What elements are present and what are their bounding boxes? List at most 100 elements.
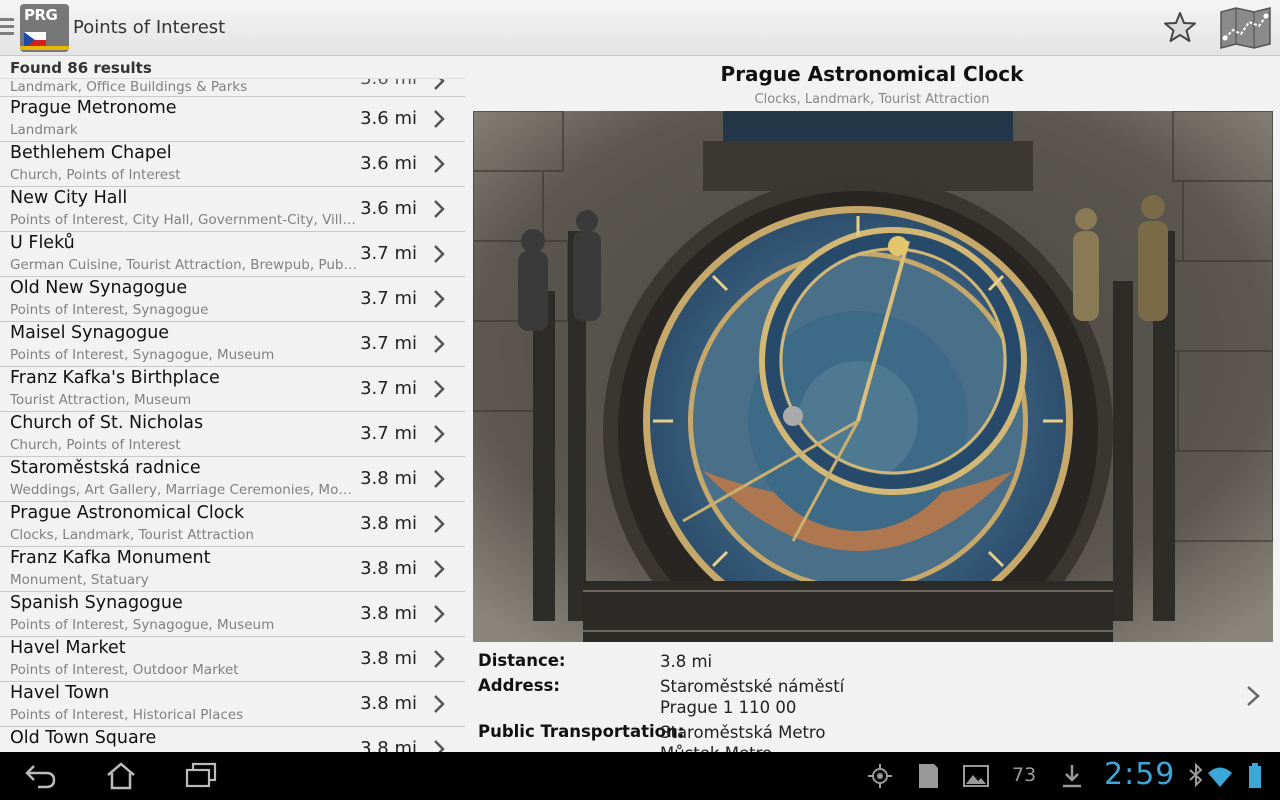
chevron-right-icon: [434, 605, 445, 623]
action-bar: PRG Points of Interest: [0, 0, 1280, 56]
list-item[interactable]: Bethlehem Chapel Church, Points of Intere…: [0, 142, 465, 187]
list-item[interactable]: Havel Market Points of Interest, Outdoor …: [0, 637, 465, 682]
list-item-name: Old New Synagogue: [10, 278, 188, 298]
list-item-distance: 3.8 mi: [360, 693, 417, 714]
bluetooth-icon: [1189, 762, 1203, 788]
list-item-distance: 3.7 mi: [360, 333, 417, 354]
sd-card-icon: [919, 764, 938, 788]
chevron-right-icon: [434, 335, 445, 353]
chevron-right-icon: [434, 560, 445, 578]
list-item-name: Prague Metronome: [10, 98, 177, 118]
poi-list[interactable]: Landmark, Office Buildings & Parks 3.6 m…: [0, 57, 465, 752]
list-item-distance: 3.6 mi: [360, 198, 417, 219]
list-item[interactable]: Spanish Synagogue Points of Interest, Syn…: [0, 592, 465, 637]
list-item-name: Maisel Synagogue: [10, 323, 170, 343]
gps-icon: [868, 764, 892, 788]
list-item-name: Prague Astronomical Clock: [10, 503, 245, 523]
list-item-category: Landmark: [10, 122, 78, 138]
list-item-category: Landmark, Office Buildings & Parks: [10, 79, 248, 95]
recent-apps-icon[interactable]: [184, 762, 218, 790]
list-item-name: Havel Town: [10, 683, 110, 703]
chevron-right-icon: [434, 155, 445, 173]
home-icon[interactable]: [104, 762, 138, 790]
list-item[interactable]: U Fleků German Cuisine, Tourist Attractio…: [0, 232, 465, 277]
list-item[interactable]: Franz Kafka Monument Monument, Statuary 3.…: [0, 547, 465, 592]
list-item-category: Points of Interest, Synagogue: [10, 302, 209, 318]
list-item-distance: 3.8 mi: [360, 648, 417, 669]
list-item-name: Staroměstská radnice: [10, 458, 201, 478]
status-clock: 2:59: [1104, 757, 1176, 792]
list-item-distance: 3.8 mi: [360, 558, 417, 579]
chevron-right-icon: [434, 695, 445, 713]
chevron-right-icon: [434, 380, 445, 398]
list-item-name: Church of St. Nicholas: [10, 413, 204, 433]
back-icon[interactable]: [24, 762, 58, 790]
poi-rows: Landmark, Office Buildings & Parks 3.6 m…: [0, 68, 465, 752]
chevron-right-icon: [434, 740, 445, 752]
chevron-right-icon: [434, 470, 445, 488]
list-item[interactable]: Havel Town Points of Interest, Historical…: [0, 682, 465, 727]
distance-value: 3.8 mi: [660, 652, 713, 671]
map-icon[interactable]: [1219, 6, 1272, 50]
list-item-category: Points of Interest, Historical Places: [10, 707, 244, 723]
address-label: Address:: [478, 676, 560, 695]
detail-subtitle: Clocks, Landmark, Tourist Attraction: [754, 92, 990, 107]
transport-label: Public Transportation:: [478, 722, 685, 741]
poi-photo[interactable]: [473, 111, 1273, 642]
list-item-name: Old Town Square: [10, 728, 157, 748]
list-item-distance: 3.7 mi: [360, 288, 417, 309]
list-item-distance: 3.8 mi: [360, 738, 417, 752]
app-logo-icon[interactable]: PRG: [20, 4, 69, 52]
list-item-name: Franz Kafka Monument: [10, 548, 211, 568]
address-line2[interactable]: Prague 1 110 00: [660, 697, 796, 718]
chevron-right-icon: [434, 290, 445, 308]
notification-count: 73: [1012, 764, 1037, 786]
list-item-name: New City Hall: [10, 188, 128, 208]
chevron-right-icon: [434, 110, 445, 128]
list-item[interactable]: Prague Metronome Landmark 3.6 mi: [0, 97, 465, 142]
transport-line1: Staroměstská Metro: [660, 723, 826, 742]
list-item-distance: 3.7 mi: [360, 423, 417, 444]
list-item[interactable]: Church of St. Nicholas Church, Points of …: [0, 412, 465, 457]
list-item-category: Points of Interest, City Hall, Governmen…: [10, 212, 360, 228]
drawer-indicator-icon[interactable]: [0, 18, 14, 38]
address-line1[interactable]: Staroměstské náměstí: [660, 676, 844, 697]
list-item-category: German Cuisine, Tourist Attraction, Brew…: [10, 257, 360, 273]
list-item[interactable]: Old Town Square 3.8 mi: [0, 727, 465, 752]
detail-title: Prague Astronomical Clock: [720, 62, 1024, 86]
chevron-right-icon: [434, 515, 445, 533]
list-item-name: U Fleků: [10, 233, 75, 253]
list-item-name: Franz Kafka's Birthplace: [10, 368, 220, 388]
list-item-distance: 3.8 mi: [360, 603, 417, 624]
list-item[interactable]: Staroměstská radnice Weddings, Art Galler…: [0, 457, 465, 502]
chevron-right-icon: [434, 425, 445, 443]
chevron-right-icon: [434, 200, 445, 218]
chevron-right-icon: [434, 650, 445, 668]
list-item[interactable]: Maisel Synagogue Points of Interest, Syna…: [0, 322, 465, 367]
list-item-category: Church, Points of Interest: [10, 437, 181, 453]
favorite-star-icon[interactable]: [1163, 10, 1197, 44]
battery-icon: [1249, 763, 1261, 788]
address-chevron-right-icon[interactable]: [1246, 685, 1260, 707]
list-item[interactable]: Prague Astronomical Clock Clocks, Landmar…: [0, 502, 465, 547]
detail-pane: Prague Astronomical Clock Clocks, Landma…: [466, 57, 1280, 763]
download-icon: [1063, 765, 1081, 788]
app-logo-text: PRG: [24, 6, 58, 24]
list-item-partial[interactable]: Landmark, Office Buildings & Parks 3.6 m…: [0, 68, 465, 97]
system-navigation-bar: 73 2:59: [0, 752, 1280, 800]
list-item-category: Points of Interest, Synagogue, Museum: [10, 347, 275, 363]
list-item-distance: 3.6 mi: [360, 108, 417, 129]
list-item-distance: 3.7 mi: [360, 378, 417, 399]
wifi-icon: [1208, 767, 1232, 787]
list-item-distance: 3.7 mi: [360, 243, 417, 264]
list-item-distance: 3.8 mi: [360, 513, 417, 534]
list-item-category: Church, Points of Interest: [10, 167, 181, 183]
list-item-name: Spanish Synagogue: [10, 593, 183, 613]
list-item-category: Weddings, Art Gallery, Marriage Ceremoni…: [10, 482, 360, 498]
list-item-category: Tourist Attraction, Museum: [10, 392, 192, 408]
app-title: Points of Interest: [73, 17, 226, 38]
list-item[interactable]: Franz Kafka's Birthplace Tourist Attracti…: [0, 367, 465, 412]
list-item[interactable]: Old New Synagogue Points of Interest, Syn…: [0, 277, 465, 322]
list-item-category: Clocks, Landmark, Tourist Attraction: [10, 527, 254, 543]
list-item[interactable]: New City Hall Points of Interest, City Ha…: [0, 187, 465, 232]
